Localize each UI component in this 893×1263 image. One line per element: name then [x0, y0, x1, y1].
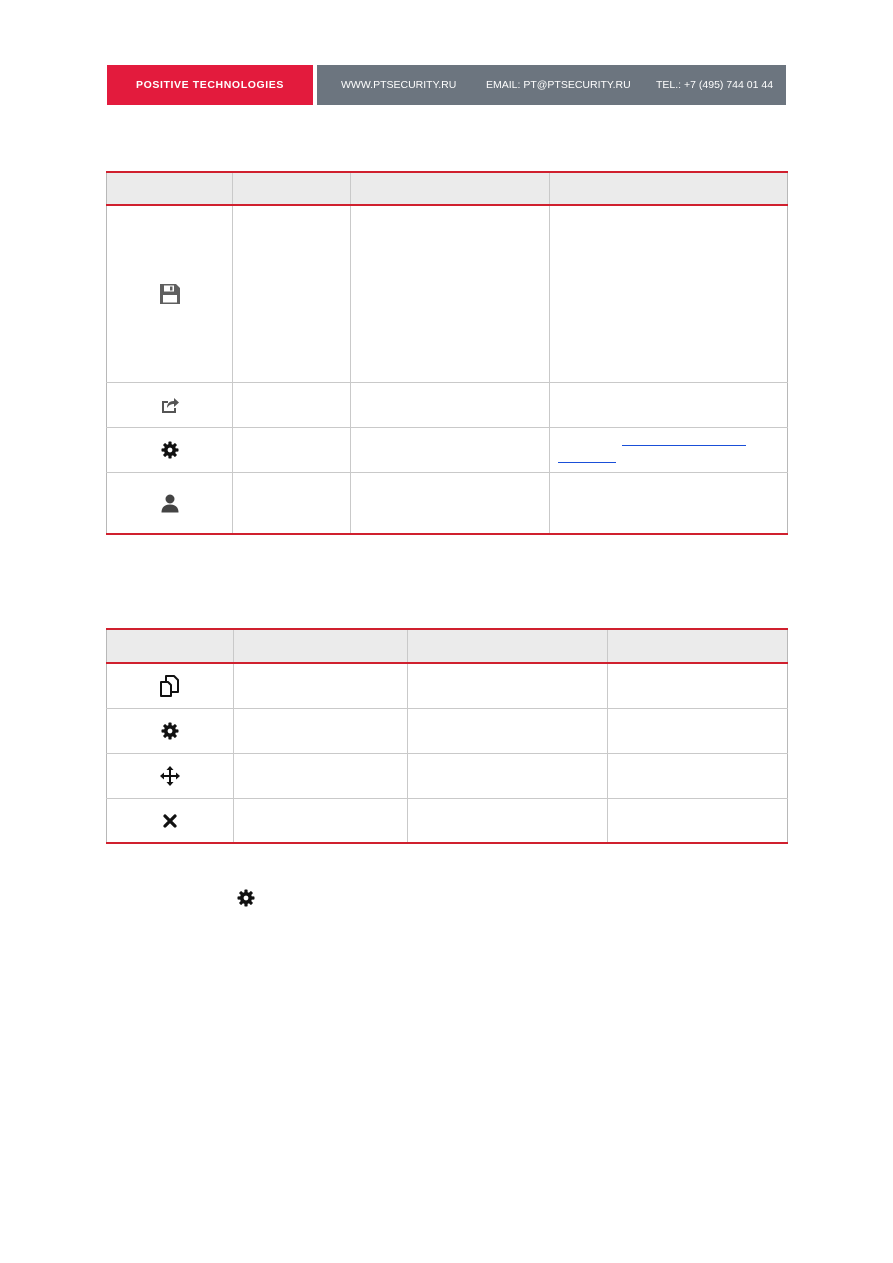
brand-logo: POSITIVE TECHNOLOGIES — [107, 65, 313, 105]
column-header — [232, 172, 351, 206]
icon-cell — [106, 798, 234, 843]
table-cell — [407, 753, 608, 799]
table-cell — [233, 753, 408, 799]
table-cell — [232, 472, 351, 534]
table-row — [106, 382, 788, 428]
hyperlink-underline[interactable] — [622, 444, 746, 446]
gear-icon[interactable] — [161, 722, 179, 740]
column-header — [106, 172, 233, 206]
table-cell — [607, 708, 788, 754]
table-row — [106, 427, 788, 473]
share-export-icon[interactable] — [161, 396, 179, 414]
close-x-icon[interactable] — [162, 813, 178, 829]
table-cell — [549, 205, 788, 383]
gear-icon — [237, 889, 255, 907]
table-cell — [233, 663, 408, 709]
table-cell — [232, 205, 351, 383]
column-header — [350, 172, 550, 206]
table-cell — [350, 205, 550, 383]
table-header-row — [106, 172, 788, 206]
header-banner: POSITIVE TECHNOLOGIES WWW.PTSECURITY.RU … — [107, 65, 786, 105]
table-cell — [608, 798, 788, 843]
website-link[interactable]: WWW.PTSECURITY.RU — [341, 65, 456, 105]
table-cell — [549, 427, 788, 473]
phone-number: TEL.: +7 (495) 744 01 44 — [656, 79, 774, 91]
table-cell — [407, 798, 608, 843]
email-link[interactable]: EMAIL: PT@PTSECURITY.RU — [486, 65, 631, 105]
table-cell — [232, 382, 351, 428]
table-cell — [607, 663, 788, 709]
icon-cell — [106, 708, 234, 754]
table-row — [106, 753, 788, 799]
icon-cell — [106, 753, 234, 799]
table-row — [106, 472, 788, 534]
column-header — [407, 629, 608, 664]
table-cell — [607, 753, 788, 799]
table-row — [106, 708, 788, 754]
table-row — [106, 663, 788, 709]
table-cell — [407, 708, 608, 754]
table-cell — [350, 427, 550, 473]
column-header — [106, 629, 234, 664]
contact-bar: WWW.PTSECURITY.RU EMAIL: PT@PTSECURITY.R… — [317, 65, 786, 105]
table-cell — [407, 663, 608, 709]
column-header — [233, 629, 408, 664]
floppy-disk-save-icon[interactable] — [158, 282, 182, 306]
gear-icon[interactable] — [161, 441, 179, 459]
user-icon[interactable] — [160, 493, 180, 513]
table-cell — [350, 472, 550, 534]
icon-cell — [106, 663, 234, 709]
table-cell — [232, 427, 351, 473]
table-header-row — [106, 629, 788, 664]
column-header — [607, 629, 788, 664]
table-row — [106, 205, 788, 383]
table-cell — [233, 798, 408, 843]
table-cell — [549, 382, 788, 428]
table-cell — [350, 382, 550, 428]
table-cell — [233, 708, 408, 754]
hyperlink-underline[interactable] — [558, 461, 616, 463]
copy-icon[interactable] — [158, 674, 182, 698]
table-row — [106, 798, 788, 843]
icon-cell — [106, 427, 233, 473]
icon-cell — [106, 472, 233, 534]
icon-cell — [106, 382, 233, 428]
move-arrows-icon[interactable] — [160, 765, 180, 786]
table-toolbar-icons — [106, 171, 788, 535]
icon-cell — [106, 205, 233, 383]
table-widget-icons — [106, 628, 788, 844]
table-cell — [550, 472, 788, 534]
column-header — [549, 172, 788, 206]
